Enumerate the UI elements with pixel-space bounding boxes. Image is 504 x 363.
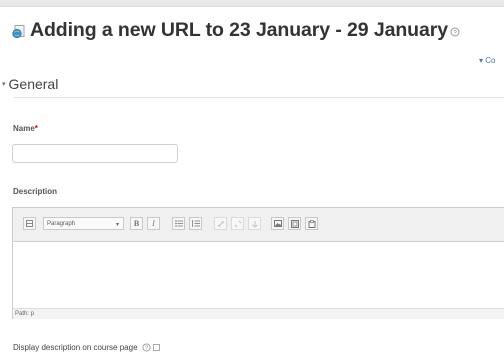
paragraph-format-value: Paragraph xyxy=(47,220,76,227)
collapse-all-label: ▾ Co xyxy=(479,56,496,65)
toolbar-toggle-button[interactable] xyxy=(23,217,36,230)
select-caret-icon: ▾ xyxy=(115,222,119,228)
numbered-list-icon xyxy=(191,220,200,227)
help-icon[interactable]: ? xyxy=(450,27,460,37)
page-header: Adding a new URL to 23 January - 29 Janu… xyxy=(12,16,460,44)
insert-link-button[interactable] xyxy=(214,217,227,230)
description-field-label: Description xyxy=(13,187,58,196)
link-icon xyxy=(217,220,224,227)
display-description-checkbox[interactable] xyxy=(152,344,160,351)
toolbar-toggle-icon xyxy=(26,220,33,227)
display-description-label: Display description on course page xyxy=(13,343,138,352)
clipboard-icon xyxy=(308,219,315,228)
media-icon xyxy=(290,219,299,228)
italic-button[interactable]: I xyxy=(147,217,160,230)
display-description-row: Display description on course page ? xyxy=(13,343,160,352)
window-top-edge xyxy=(0,0,504,7)
image-icon xyxy=(273,220,282,227)
insert-media-button[interactable] xyxy=(288,217,301,230)
unlink-button[interactable] xyxy=(231,217,244,230)
unlink-icon xyxy=(234,220,241,227)
name-label-text: Name xyxy=(13,124,35,133)
help-icon[interactable]: ? xyxy=(141,343,151,352)
bullet-list-icon xyxy=(174,220,183,227)
anchor-icon xyxy=(251,220,258,227)
description-textarea[interactable] xyxy=(13,242,504,308)
name-input[interactable] xyxy=(12,144,178,163)
numbered-list-button[interactable] xyxy=(189,217,202,230)
url-icon xyxy=(12,25,25,38)
page-title: Adding a new URL to 23 January - 29 Janu… xyxy=(30,18,448,41)
editor-toolbar: Paragraph ▾ B I xyxy=(13,208,504,242)
bold-button[interactable]: B xyxy=(130,217,143,230)
editor-path-bar: Path: p xyxy=(13,308,504,319)
insert-image-button[interactable] xyxy=(271,217,284,230)
chevron-down-icon: ▾ xyxy=(2,81,6,88)
section-divider xyxy=(14,97,504,98)
paragraph-format-select[interactable]: Paragraph ▾ xyxy=(43,217,124,230)
manage-files-button[interactable] xyxy=(305,217,318,230)
description-editor: Paragraph ▾ B I Path: p xyxy=(12,207,504,319)
collapse-all-link[interactable]: ▾ Co xyxy=(479,56,495,65)
anchor-button[interactable] xyxy=(248,217,261,230)
bullet-list-button[interactable] xyxy=(172,217,185,230)
name-field-label: Name* xyxy=(13,124,38,133)
section-general-header[interactable]: ▾ General xyxy=(0,72,504,96)
section-title: General xyxy=(8,76,59,92)
required-marker: * xyxy=(34,124,38,133)
svg-text:?: ? xyxy=(145,346,148,352)
